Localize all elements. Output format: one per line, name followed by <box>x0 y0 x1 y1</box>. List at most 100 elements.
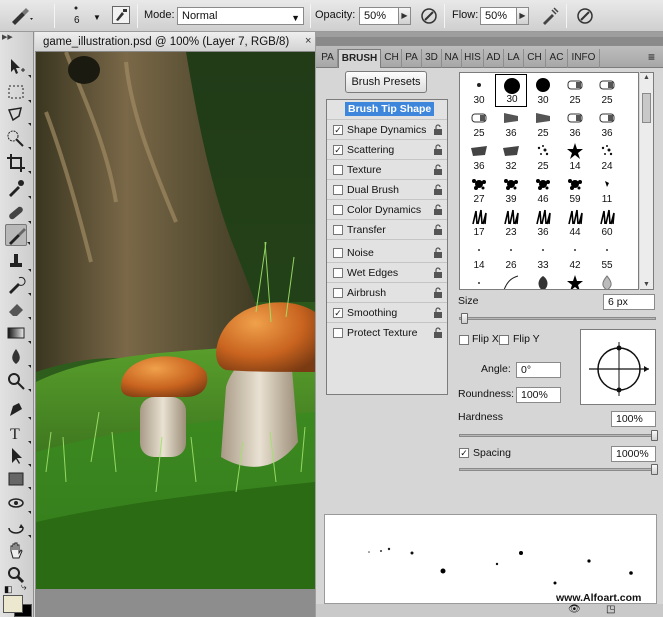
angle-input[interactable]: 0° <box>516 362 561 378</box>
size-slider-knob[interactable] <box>461 313 468 324</box>
size-slider[interactable] <box>459 317 656 320</box>
clone-stamp-tool-icon[interactable] <box>5 250 31 272</box>
scroll-up-icon[interactable]: ▲ <box>642 74 651 81</box>
tab-channels[interactable]: CH <box>382 49 402 68</box>
option-checkbox[interactable] <box>333 205 343 215</box>
brush-tip-cell[interactable]: 17 <box>463 206 495 239</box>
marquee-tool-icon[interactable] <box>5 81 31 103</box>
dodge-tool-icon[interactable] <box>5 370 31 392</box>
spacing-slider-knob[interactable] <box>651 464 658 475</box>
hand-tool-icon[interactable] <box>5 540 27 562</box>
brush-tip-cell[interactable]: 55 <box>591 239 623 272</box>
blur-tool-icon[interactable] <box>5 346 31 368</box>
option-transfer[interactable]: Transfer <box>327 220 447 240</box>
gradient-tool-icon[interactable] <box>5 322 31 344</box>
hardness-slider-knob[interactable] <box>651 430 658 441</box>
brush-tip-cell[interactable] <box>463 272 495 289</box>
brush-tip-cell[interactable]: 30 <box>463 74 495 107</box>
flow-input[interactable]: 50% <box>480 7 517 25</box>
option-noise[interactable]: Noise <box>327 243 447 263</box>
roundness-input[interactable]: 100% <box>516 387 561 403</box>
brush-tip-cell[interactable]: 11 <box>591 173 623 206</box>
brush-tip-cell[interactable] <box>527 272 559 289</box>
lock-icon[interactable] <box>433 247 443 258</box>
angle-roundness-widget[interactable] <box>580 329 656 405</box>
panel-menu-icon[interactable]: ≡ <box>648 50 655 64</box>
healing-brush-tool-icon[interactable] <box>5 202 31 224</box>
lock-icon[interactable] <box>433 184 443 195</box>
type-tool-icon[interactable]: T <box>5 422 31 444</box>
brush-tip-cell[interactable]: 42 <box>559 239 591 272</box>
collapse-toolbox-icon[interactable]: ▶▶ <box>2 34 32 42</box>
toggle-preview-icon[interactable]: 👁 <box>568 604 581 615</box>
option-checkbox[interactable]: ✓ <box>333 308 343 318</box>
option-shape-dynamics[interactable]: ✓ Shape Dynamics <box>327 120 447 140</box>
panel-drag-bar[interactable] <box>316 37 663 46</box>
brush-tool-icon[interactable] <box>5 224 30 246</box>
spacing-input[interactable]: 1000% <box>611 446 656 462</box>
lasso-tool-icon[interactable] <box>5 104 31 126</box>
option-checkbox[interactable] <box>333 328 343 338</box>
chevron-down-icon[interactable]: ▼ <box>93 13 101 22</box>
option-checkbox[interactable]: ✓ <box>333 145 343 155</box>
eyedropper-tool-icon[interactable] <box>5 177 31 199</box>
option-checkbox[interactable] <box>333 165 343 175</box>
option-checkbox[interactable] <box>333 248 343 258</box>
brush-tip-cell[interactable] <box>559 272 591 289</box>
brush-panel-toggle-icon[interactable] <box>112 6 130 24</box>
pen-tool-icon[interactable] <box>5 398 31 420</box>
brush-tip-cell[interactable]: 25 <box>463 107 495 140</box>
brush-presets-button[interactable]: Brush Presets <box>345 71 427 93</box>
spacing-slider[interactable] <box>459 468 656 471</box>
size-input[interactable]: 6 px <box>603 294 655 310</box>
lock-icon[interactable] <box>433 164 443 175</box>
brush-tip-cell[interactable]: 30 <box>527 74 559 107</box>
spacing-checkbox[interactable]: ✓ <box>459 448 469 458</box>
brush-tip-cell[interactable]: 36 <box>495 107 527 140</box>
swap-colors-icon[interactable]: ⤷ <box>21 582 27 593</box>
pressure-size-icon[interactable] <box>575 6 595 26</box>
lock-icon[interactable] <box>433 204 443 215</box>
lock-icon[interactable] <box>433 307 443 318</box>
default-colors-icon[interactable]: ◧ <box>4 584 13 595</box>
flow-slider-button[interactable]: ▶ <box>516 7 529 25</box>
pressure-opacity-icon[interactable] <box>419 6 439 26</box>
brush-tip-cell[interactable]: 25 <box>527 107 559 140</box>
crop-tool-icon[interactable] <box>5 152 31 174</box>
lock-icon[interactable] <box>433 287 443 298</box>
brush-tip-cell[interactable]: 26 <box>495 239 527 272</box>
brush-tip-cell[interactable]: 60 <box>591 206 623 239</box>
document-tab[interactable]: game_illustration.psd @ 100% (Layer 7, R… <box>35 32 315 52</box>
brush-tip-cell[interactable]: 59 <box>559 173 591 206</box>
brush-tip-cell[interactable]: 25 <box>559 74 591 107</box>
brush-tip-cell[interactable]: 25 <box>591 74 623 107</box>
lock-icon[interactable] <box>433 267 443 278</box>
tab-actions[interactable]: AC <box>546 49 568 68</box>
option-smoothing[interactable]: ✓ Smoothing <box>327 303 447 323</box>
brush-tip-cell[interactable] <box>591 272 623 289</box>
option-color-dynamics[interactable]: Color Dynamics <box>327 200 447 220</box>
tab-brush[interactable]: BRUSH <box>338 49 381 69</box>
path-selection-tool-icon[interactable] <box>5 445 31 467</box>
brush-tip-cell[interactable]: 36 <box>559 107 591 140</box>
history-brush-tool-icon[interactable] <box>5 274 31 296</box>
opacity-slider-button[interactable]: ▶ <box>398 7 411 25</box>
tab-adjustments[interactable]: AD <box>484 49 504 68</box>
brush-tip-cell[interactable]: 14 <box>559 140 591 173</box>
flip-x-checkbox[interactable] <box>459 335 469 345</box>
tab-layers[interactable]: LA <box>504 49 524 68</box>
tab-paragraph[interactable]: PA <box>402 49 422 68</box>
option-checkbox[interactable] <box>333 288 343 298</box>
flip-y-checkbox[interactable] <box>499 335 509 345</box>
3d-rotate-tool-icon[interactable] <box>5 492 31 514</box>
eraser-tool-icon[interactable] <box>5 298 31 320</box>
scroll-down-icon[interactable]: ▼ <box>642 281 651 288</box>
option-scattering[interactable]: ✓ Scattering <box>327 140 447 160</box>
new-preset-icon[interactable]: ◳ <box>606 604 615 615</box>
brush-tip-cell[interactable]: 39 <box>495 173 527 206</box>
brush-tip-cell[interactable]: 24 <box>591 140 623 173</box>
scrollbar-thumb[interactable] <box>642 93 651 123</box>
lock-icon[interactable] <box>433 144 443 155</box>
brush-tip-cell[interactable]: 36 <box>463 140 495 173</box>
option-checkbox[interactable] <box>333 225 343 235</box>
